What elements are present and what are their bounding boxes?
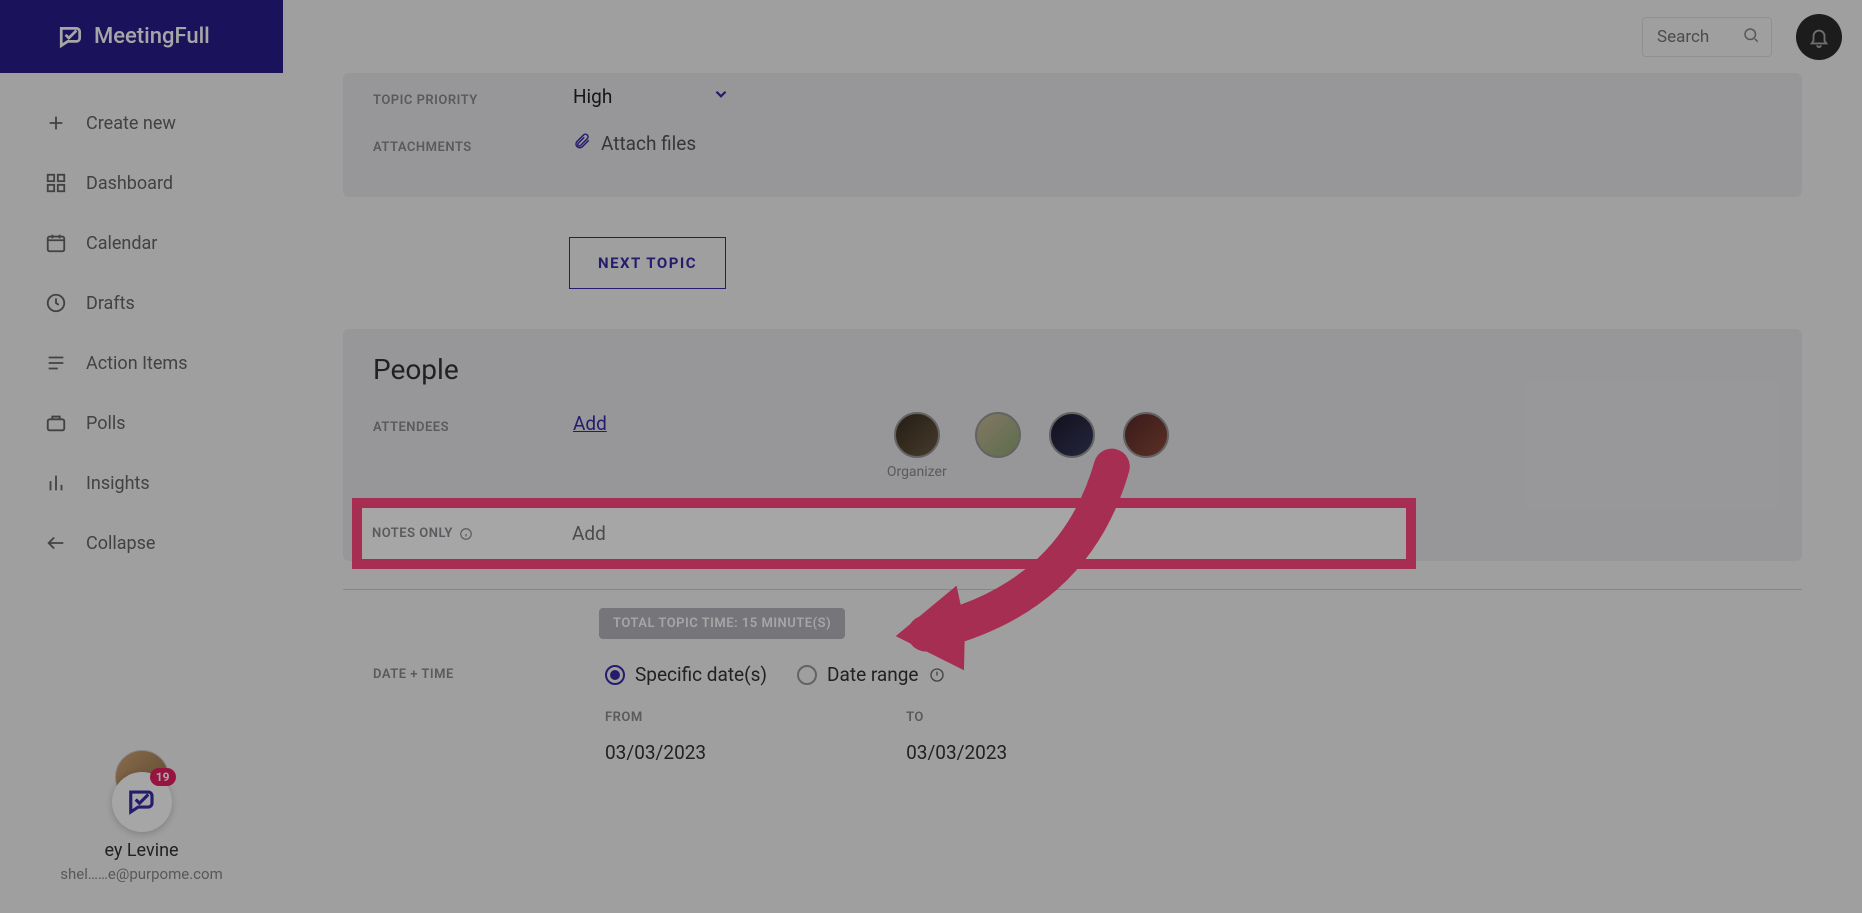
datetime-section: TOTAL TOPIC TIME: 15 MINUTE(S) DATE + TI… — [343, 608, 1802, 764]
nav-label: Insights — [86, 473, 150, 494]
from-column: FROM 03/03/2023 — [605, 710, 706, 764]
poll-icon — [44, 411, 68, 435]
logo-icon — [58, 24, 84, 50]
paperclip-icon — [573, 132, 591, 155]
search-icon[interactable] — [1742, 26, 1760, 48]
radio-icon — [797, 665, 817, 685]
priority-select[interactable]: High — [573, 85, 730, 108]
avatar[interactable] — [894, 412, 940, 458]
datetime-label: DATE + TIME — [373, 667, 605, 682]
arrow-left-icon — [44, 531, 68, 555]
user-footer: 19 ey Levine shel……e@purpome.com — [0, 750, 283, 883]
clock-icon — [44, 291, 68, 315]
nav-insights[interactable]: Insights — [0, 453, 283, 513]
date-columns: FROM 03/03/2023 TO 03/03/2023 — [605, 710, 1772, 764]
list-icon — [44, 351, 68, 375]
plus-icon — [44, 111, 68, 135]
nav-action-items[interactable]: Action Items — [0, 333, 283, 393]
logo-small-icon — [127, 787, 157, 817]
app-badge[interactable]: 19 — [112, 772, 172, 832]
attendee-avatars: Organizer — [887, 412, 1169, 480]
notifications-button[interactable] — [1796, 14, 1842, 60]
add-attendee-link[interactable]: Add — [573, 412, 607, 435]
attach-files-link[interactable]: Attach files — [573, 132, 696, 155]
avatar[interactable] — [975, 412, 1021, 458]
logo-text: MeetingFull — [94, 24, 210, 49]
to-column: TO 03/03/2023 — [906, 710, 1007, 764]
topic-card: TOPIC PRIORITY High ATTACHMENTS Attach f… — [343, 73, 1802, 197]
from-date[interactable]: 03/03/2023 — [605, 741, 706, 764]
badge-count: 19 — [150, 768, 176, 786]
nav-list: Create new Dashboard Calendar Drafts Act… — [0, 73, 283, 573]
radio-date-range[interactable]: Date range — [797, 663, 944, 686]
calendar-icon — [44, 231, 68, 255]
divider — [343, 589, 1802, 590]
topbar — [283, 0, 1862, 73]
priority-value: High — [573, 85, 612, 108]
date-mode-radios: Specific date(s) Date range — [605, 663, 945, 686]
attendees-label: ATTENDEES — [373, 412, 573, 435]
search-box — [1642, 17, 1772, 57]
next-topic-wrap: NEXT TOPIC — [569, 237, 1802, 289]
avatar[interactable] — [1049, 412, 1095, 458]
nav-label: Drafts — [86, 293, 135, 314]
nav-dashboard[interactable]: Dashboard — [0, 153, 283, 213]
main-content: TOPIC PRIORITY High ATTACHMENTS Attach f… — [283, 73, 1862, 913]
radio-specific-dates[interactable]: Specific date(s) — [605, 663, 767, 686]
nav-calendar[interactable]: Calendar — [0, 213, 283, 273]
user-email: shel……e@purpome.com — [0, 865, 283, 883]
attachments-row: ATTACHMENTS Attach files — [343, 120, 1802, 167]
datetime-row: DATE + TIME Specific date(s) Date range — [373, 663, 1772, 686]
notes-only-row: NOTES ONLY — [352, 506, 1772, 561]
nav-polls[interactable]: Polls — [0, 393, 283, 453]
chevron-down-icon — [712, 85, 730, 108]
to-label: TO — [906, 710, 1007, 725]
notes-only-label: NOTES ONLY — [372, 526, 572, 541]
priority-label: TOPIC PRIORITY — [373, 85, 573, 108]
next-topic-button[interactable]: NEXT TOPIC — [569, 237, 726, 289]
attendees-row: ATTENDEES Add Organizer — [343, 400, 1802, 492]
nav-label: Create new — [86, 113, 176, 134]
attachments-label: ATTACHMENTS — [373, 132, 573, 155]
nav-label: Polls — [86, 413, 126, 434]
to-date[interactable]: 03/03/2023 — [906, 741, 1007, 764]
nav-drafts[interactable]: Drafts — [0, 273, 283, 333]
avatar[interactable] — [1123, 412, 1169, 458]
organizer-label: Organizer — [887, 464, 947, 480]
notes-only-input[interactable] — [572, 522, 1386, 545]
nav-label: Dashboard — [86, 173, 173, 194]
attach-text: Attach files — [601, 132, 696, 155]
dashboard-icon — [44, 171, 68, 195]
from-label: FROM — [605, 710, 706, 725]
logo-bar[interactable]: MeetingFull — [0, 0, 283, 73]
priority-row: TOPIC PRIORITY High — [343, 73, 1802, 120]
people-title: People — [343, 329, 1802, 400]
sidebar: MeetingFull Create new Dashboard Calenda… — [0, 0, 283, 913]
bell-icon — [1808, 26, 1830, 48]
nav-label: Calendar — [86, 233, 157, 254]
nav-create-new[interactable]: Create new — [0, 93, 283, 153]
nav-label: Collapse — [86, 533, 155, 554]
info-icon[interactable] — [929, 667, 945, 683]
total-time-badge: TOTAL TOPIC TIME: 15 MINUTE(S) — [599, 608, 845, 639]
chart-icon — [44, 471, 68, 495]
nav-collapse[interactable]: Collapse — [0, 513, 283, 573]
radio-icon — [605, 665, 625, 685]
user-name: ey Levine — [0, 840, 283, 861]
nav-label: Action Items — [86, 353, 188, 374]
info-icon[interactable] — [459, 527, 473, 541]
people-card: People ATTENDEES Add Organizer N — [343, 329, 1802, 561]
